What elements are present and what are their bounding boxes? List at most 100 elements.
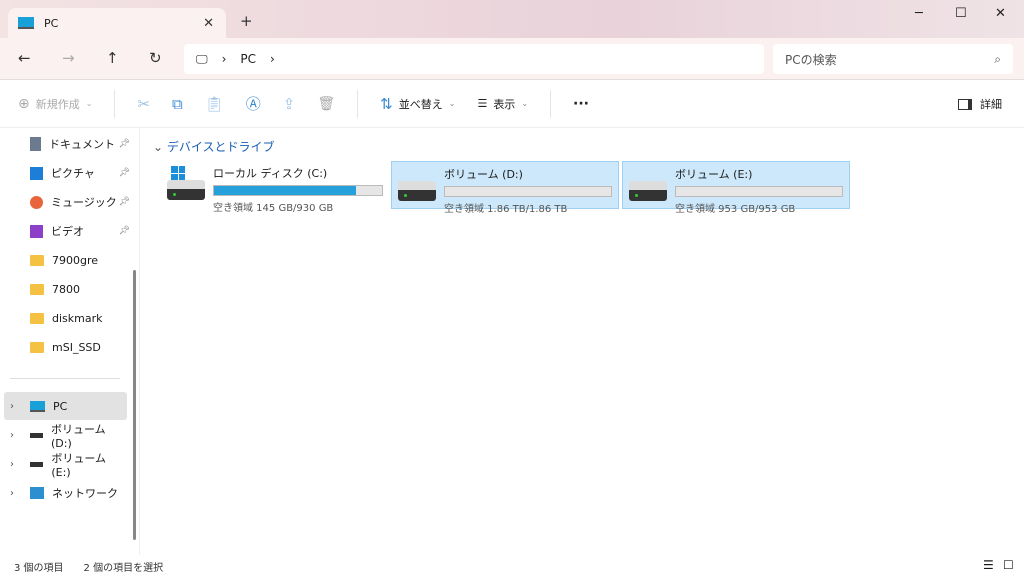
divider: [550, 89, 552, 118]
rename-button[interactable]: Ⓐ: [246, 93, 261, 114]
tab-title: PC: [44, 16, 59, 30]
sidebar-label: ビデオ: [51, 225, 84, 238]
pin-icon: 📌︎: [118, 168, 130, 178]
drive-usage-bar: [213, 185, 383, 196]
chevron-right-icon[interactable]: ›: [270, 52, 275, 66]
copy-button[interactable]: ⧉: [172, 95, 183, 113]
divider: [114, 89, 116, 118]
selection-count: 2 個の項目を選択: [83, 562, 164, 574]
refresh-button[interactable]: ↻: [149, 49, 162, 67]
chevron-down-icon: ⌄: [153, 140, 167, 154]
status-bar: 3 個の項目 2 個の項目を選択: [0, 555, 1024, 577]
view-icon: ☰: [477, 97, 488, 110]
chevron-right-icon: ›: [221, 52, 227, 66]
sidebar-scrollbar[interactable]: [133, 270, 136, 540]
sort-label: 並べ替え: [398, 97, 443, 111]
folder-icon: [30, 283, 44, 295]
divider: [357, 89, 359, 118]
drive-tile[interactable]: ローカル ディスク (C:) 空き領域 145 GB/930 GB: [161, 161, 389, 214]
tree-item-pc[interactable]: › PC: [4, 392, 127, 420]
plus-circle-icon: ⊕: [18, 95, 30, 112]
tree-label: ネットワーク: [52, 487, 118, 500]
details-view-button[interactable]: ☰: [983, 558, 994, 572]
sidebar-label: 7900gre: [52, 253, 99, 267]
more-button[interactable]: ···: [573, 96, 589, 112]
drive-usage-bar: [444, 186, 612, 197]
tiles-view-button[interactable]: ☐: [1003, 558, 1014, 572]
hard-drive-icon: [398, 181, 436, 201]
folder-icon: [30, 254, 44, 266]
drive-icon: [29, 461, 44, 467]
sidebar-label: 7800: [52, 282, 80, 296]
rename-icon: Ⓐ: [245, 95, 261, 113]
new-button[interactable]: ⊕ 新規作成 ⌄: [18, 96, 92, 112]
cut-button[interactable]: ✂: [137, 95, 150, 113]
sidebar-item-pictures[interactable]: ピクチャ 📌︎: [30, 160, 130, 186]
new-tab-button[interactable]: +: [240, 12, 253, 30]
tree-item-volume-e[interactable]: › ボリューム (E:): [4, 450, 127, 479]
chevron-right-icon[interactable]: ›: [10, 430, 22, 441]
close-tab-button[interactable]: ✕: [203, 16, 214, 31]
tree-item-network[interactable]: › ネットワーク: [4, 479, 127, 507]
drive-free-space: 空き領域 145 GB/930 GB: [213, 203, 334, 214]
title-bar: PC ✕ + ─ ☐ ✕: [0, 0, 1024, 38]
search-icon: ⌕: [994, 51, 1001, 66]
pin-icon: 📌︎: [118, 226, 130, 236]
address-bar[interactable]: 🖵 › PC ›: [184, 44, 764, 74]
sidebar-item-documents[interactable]: ドキュメント 📌︎: [30, 131, 130, 157]
content-pane: ⌄ デバイスとドライブ ローカル ディスク (C:) 空き領域 145 GB/9…: [141, 128, 1024, 555]
minimize-button[interactable]: ─: [915, 6, 923, 21]
drive-tile[interactable]: ボリューム (D:) 空き領域 1.86 TB/1.86 TB: [391, 161, 619, 215]
chevron-right-icon[interactable]: ›: [10, 459, 22, 470]
forward-button[interactable]: →: [62, 49, 75, 67]
search-input[interactable]: PCの検索 ⌕: [773, 44, 1013, 74]
details-label: 詳細: [980, 98, 1002, 111]
sort-button[interactable]: ⇅ 並べ替え ⌄: [380, 95, 455, 113]
paste-button[interactable]: 📋︎: [205, 95, 224, 113]
breadcrumb-pc[interactable]: PC: [240, 52, 256, 66]
share-button[interactable]: ⇪: [283, 95, 296, 113]
sidebar-label: diskmark: [52, 311, 103, 325]
sidebar-item-folder[interactable]: mSI_SSD: [30, 334, 130, 360]
monitor-icon: [18, 17, 34, 29]
folder-icon: [30, 312, 44, 324]
tree-item-volume-d[interactable]: › ボリューム (D:): [4, 421, 127, 450]
chevron-right-icon[interactable]: ›: [10, 488, 22, 499]
music-icon: [30, 195, 43, 209]
folder-icon: [30, 341, 44, 353]
divider: [10, 378, 120, 379]
drive-icon: [29, 432, 44, 438]
group-title: デバイスとドライブ: [166, 140, 275, 154]
drive-usage-bar: [675, 186, 843, 197]
sidebar-item-folder[interactable]: 7800: [30, 276, 130, 302]
details-pane-icon: [958, 98, 972, 110]
delete-button[interactable]: 🗑︎: [317, 96, 335, 112]
picture-icon: [30, 166, 43, 180]
sidebar-item-music[interactable]: ミュージック 📌︎: [30, 189, 130, 215]
sidebar-item-folder[interactable]: 7900gre: [30, 247, 130, 273]
up-button[interactable]: ↑: [106, 49, 119, 67]
windows-logo-icon: [171, 166, 185, 180]
close-window-button[interactable]: ✕: [995, 6, 1006, 21]
tree-label: ボリューム (E:): [51, 451, 107, 479]
sidebar-item-folder[interactable]: diskmark: [30, 305, 130, 331]
sort-icon: ⇅: [380, 94, 393, 113]
drive-tile[interactable]: ボリューム (E:) 空き領域 953 GB/953 GB: [622, 161, 850, 215]
search-placeholder: PCの検索: [785, 52, 837, 67]
sidebar-item-videos[interactable]: ビデオ 📌︎: [30, 218, 130, 244]
chevron-right-icon[interactable]: ›: [10, 401, 22, 412]
view-button[interactable]: ☰ 表示 ⌄: [477, 96, 528, 112]
monitor-icon: [30, 400, 45, 412]
pin-icon: 📌︎: [118, 139, 130, 149]
command-bar: ⊕ 新規作成 ⌄ ✂ ⧉ 📋︎ Ⓐ ⇪ 🗑︎ ⇅ 並べ替え ⌄ ☰ 表示 ⌄ ···: [0, 80, 1024, 128]
navigation-bar: ← → ↑ ↻ 🖵 › PC › PCの検索 ⌕: [0, 38, 1024, 80]
maximize-button[interactable]: ☐: [955, 6, 967, 21]
sidebar-label: mSI_SSD: [52, 340, 101, 354]
back-button[interactable]: ←: [18, 49, 31, 67]
details-button[interactable]: 詳細: [958, 96, 1002, 112]
monitor-icon: 🖵: [196, 51, 208, 66]
tab-pc[interactable]: PC ✕: [8, 8, 226, 38]
navigation-pane: ドキュメント 📌︎ ピクチャ 📌︎ ミュージック 📌︎ ビデオ 📌︎ 7900gre 7…: [0, 128, 140, 555]
sidebar-label: ピクチャ: [51, 167, 95, 180]
group-header-devices[interactable]: ⌄ デバイスとドライブ: [153, 138, 275, 155]
